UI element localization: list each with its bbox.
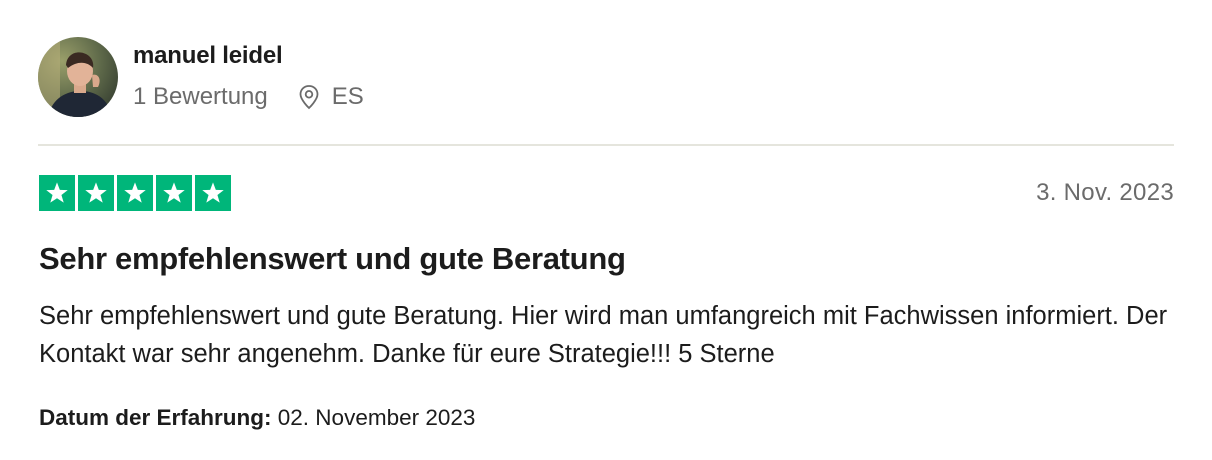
review-card: manuel leidel 1 Bewertung ES 3. Nov. 202… <box>0 0 1212 460</box>
country-code: ES <box>331 83 364 110</box>
star-icon <box>39 175 75 211</box>
experience-label: Datum der Erfahrung: <box>39 405 272 430</box>
reviewer-name[interactable]: manuel leidel <box>133 42 283 70</box>
star-rating <box>39 175 231 211</box>
review-body: Sehr empfehlenswert und gute Beratung. H… <box>39 302 1168 368</box>
divider <box>38 144 1174 146</box>
reviewer-location: ES <box>298 83 364 111</box>
review-count: 1 Bewertung <box>133 83 268 110</box>
star-icon <box>195 175 231 211</box>
star-icon <box>78 175 114 211</box>
review-title[interactable]: Sehr empfehlenswert und gute Beratung <box>39 241 626 277</box>
star-icon <box>117 175 153 211</box>
experience-value: 02. November 2023 <box>277 405 476 430</box>
location-pin-icon <box>299 85 319 110</box>
star-icon <box>156 175 192 211</box>
review-date: 3. Nov. 2023 <box>1036 179 1174 206</box>
avatar[interactable] <box>38 37 118 117</box>
reviewer-meta: 1 Bewertung ES <box>133 82 364 112</box>
experience-date: Datum der Erfahrung: 02. November 2023 <box>39 405 475 431</box>
